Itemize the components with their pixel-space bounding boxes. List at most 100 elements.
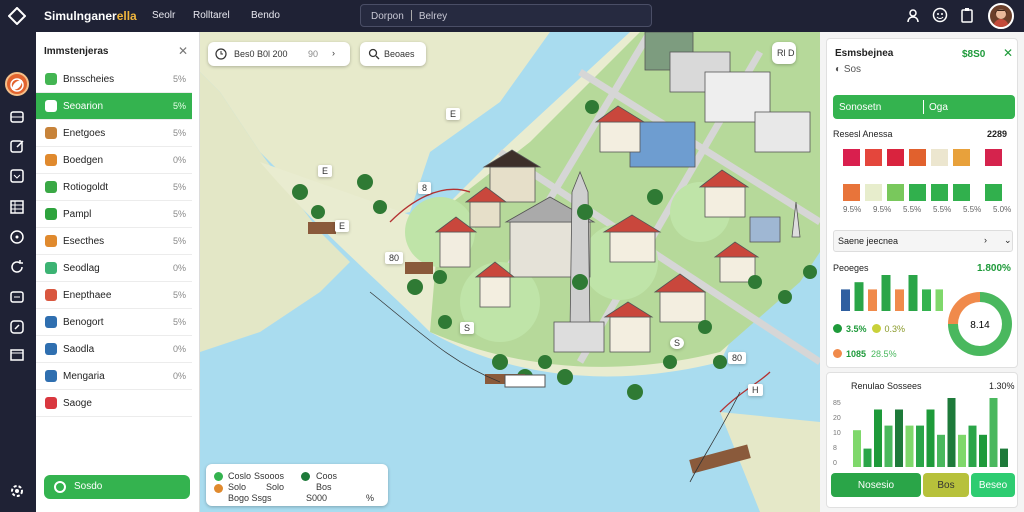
clock-icon [215, 48, 227, 60]
layer-icon [45, 235, 57, 247]
table-icon[interactable] [8, 198, 26, 216]
sidebar-item[interactable]: Boedgen 0% [36, 147, 192, 174]
map-tools-button[interactable]: Rl D [772, 42, 796, 64]
nav-item-2[interactable]: Rolltarel [193, 10, 230, 21]
color-swatch[interactable] [843, 149, 860, 166]
inbox-icon[interactable] [8, 108, 26, 126]
color-swatch[interactable] [865, 149, 882, 166]
beseo-button[interactable]: Beseo [971, 473, 1015, 497]
circle-icon[interactable] [8, 76, 26, 94]
refresh-icon[interactable] [8, 258, 26, 276]
color-swatch[interactable] [887, 149, 904, 166]
color-swatch[interactable] [909, 149, 926, 166]
settings-icon[interactable] [8, 482, 26, 500]
color-swatch[interactable] [985, 184, 1002, 201]
map-pin-label[interactable]: E [335, 220, 350, 232]
color-swatch[interactable] [953, 149, 970, 166]
sidebar-item[interactable]: Esecthes 5% [36, 228, 192, 255]
sidebar-item-pct: 5% [172, 74, 186, 84]
bars-value: 1.30% [989, 381, 1015, 391]
sidebar-item[interactable]: Benogort 5% [36, 309, 192, 336]
panel-toggle[interactable]: Sonosetn Oga [833, 95, 1015, 119]
map-coordinates-pill[interactable]: Bes0 B0l 200 90 › [208, 42, 350, 66]
map-pin-label[interactable]: E [318, 165, 333, 177]
swatch-caption: 9.5% [873, 205, 892, 214]
results-button[interactable]: Nosesio [831, 473, 921, 497]
layer-icon [45, 262, 57, 274]
sidebar-item-label: Rotiogoldt [63, 182, 109, 193]
color-swatch[interactable] [931, 149, 948, 166]
coordinates-text: Bes0 B0l 200 [234, 49, 288, 59]
map-pin-label[interactable]: 80 [385, 252, 404, 264]
color-swatch[interactable] [887, 184, 904, 201]
emoji-icon[interactable] [932, 7, 948, 23]
swatch-caption: 5.5% [963, 205, 982, 214]
swatch-caption: 9.5% [843, 205, 862, 214]
bars-title: Renulao Sossees [851, 381, 922, 391]
swatch-caption: 5.5% [933, 205, 952, 214]
sidebar-item-pct: 0% [172, 263, 186, 273]
map-pin-label[interactable]: S [670, 337, 685, 349]
bos-button-label: Bos [937, 480, 955, 491]
app-logo-icon[interactable] [8, 7, 26, 25]
sidebar-item[interactable]: Saoge [36, 390, 192, 417]
sidebar-item[interactable]: Seodlag 0% [36, 255, 192, 282]
nav-item-1[interactable]: Seolr [152, 10, 175, 21]
scenario-select[interactable]: Saene jeecnea › ⌄ [833, 230, 1013, 252]
layout-icon[interactable] [8, 346, 26, 364]
sidebar-item-pct: 5% [172, 182, 186, 192]
axis-tick-label: 85 [833, 400, 841, 407]
map-pin-label[interactable]: H [748, 384, 763, 396]
sidebar-item[interactable]: Mengaria 0% [36, 363, 192, 390]
document-icon[interactable] [8, 167, 26, 185]
sidebar-item[interactable]: Saodla 0% [36, 336, 192, 363]
panel-subtitle: ◐ Sos [835, 64, 861, 75]
map-canvas[interactable]: E E 8 E 80 S S 80 H Bes0 B0l 200 90 › Be… [200, 32, 820, 512]
search-input[interactable]: Dorpon Belrey [360, 4, 652, 27]
share-icon[interactable] [8, 318, 26, 336]
donut-legend-row: 1085 28.5% [833, 349, 897, 359]
sidebar-action-button[interactable]: Sosdo [44, 475, 190, 499]
sidebar-item[interactable]: Seoarion 5% [36, 93, 192, 120]
axis-tick-label: 0 [833, 460, 837, 467]
color-swatch[interactable] [843, 184, 860, 201]
sidebar-item-label: Esecthes [63, 236, 105, 247]
edit-icon[interactable] [8, 137, 26, 155]
sidebar-item[interactable]: Enetgoes 5% [36, 120, 192, 147]
chevron-right-icon[interactable]: › [332, 48, 335, 58]
map-pin-label[interactable]: E [446, 108, 461, 120]
donut-legend-row: 3.5% 0.3% [833, 324, 905, 334]
mini-bar [881, 275, 891, 311]
color-swatch[interactable] [909, 184, 926, 201]
sidebar-item-pct: 5% [172, 290, 186, 300]
color-swatch[interactable] [931, 184, 948, 201]
scenario-select-text: Saene jeecnea [838, 236, 899, 246]
color-swatch[interactable] [865, 184, 882, 201]
list-icon[interactable] [8, 288, 26, 306]
sidebar-item-label: Enetgoes [63, 128, 106, 139]
clipboard-icon[interactable] [959, 7, 975, 23]
mini-bar [854, 282, 864, 311]
sidebar-item[interactable]: Pampl 5% [36, 201, 192, 228]
nav-item-3[interactable]: Bendo [251, 10, 280, 21]
map-pin-label[interactable]: S [460, 322, 475, 334]
bos-button[interactable]: Bos [923, 473, 969, 497]
avatar[interactable] [988, 3, 1014, 29]
sidebar-item[interactable]: Rotiogoldt 5% [36, 174, 192, 201]
layer-icon [45, 370, 57, 382]
sidebar-item[interactable]: Bnsscheies 5% [36, 66, 192, 93]
left-rail [0, 32, 36, 512]
close-icon[interactable]: ✕ [1003, 46, 1013, 60]
map-pin-label[interactable]: 80 [728, 352, 747, 364]
compass-icon[interactable] [8, 228, 26, 246]
panel-subtitle-text: Sos [843, 64, 862, 75]
user-icon[interactable] [905, 7, 921, 23]
color-swatch[interactable] [953, 184, 970, 201]
sidebar-item[interactable]: Enepthaee 5% [36, 282, 192, 309]
close-icon[interactable]: ✕ [178, 44, 188, 58]
map-pin-label[interactable]: 8 [418, 182, 432, 194]
map-search-pill[interactable]: Beoaes [360, 42, 426, 66]
legend-text: Solo [266, 482, 285, 492]
app-title: Simulnganerella [44, 9, 137, 23]
color-swatch[interactable] [985, 149, 1002, 166]
